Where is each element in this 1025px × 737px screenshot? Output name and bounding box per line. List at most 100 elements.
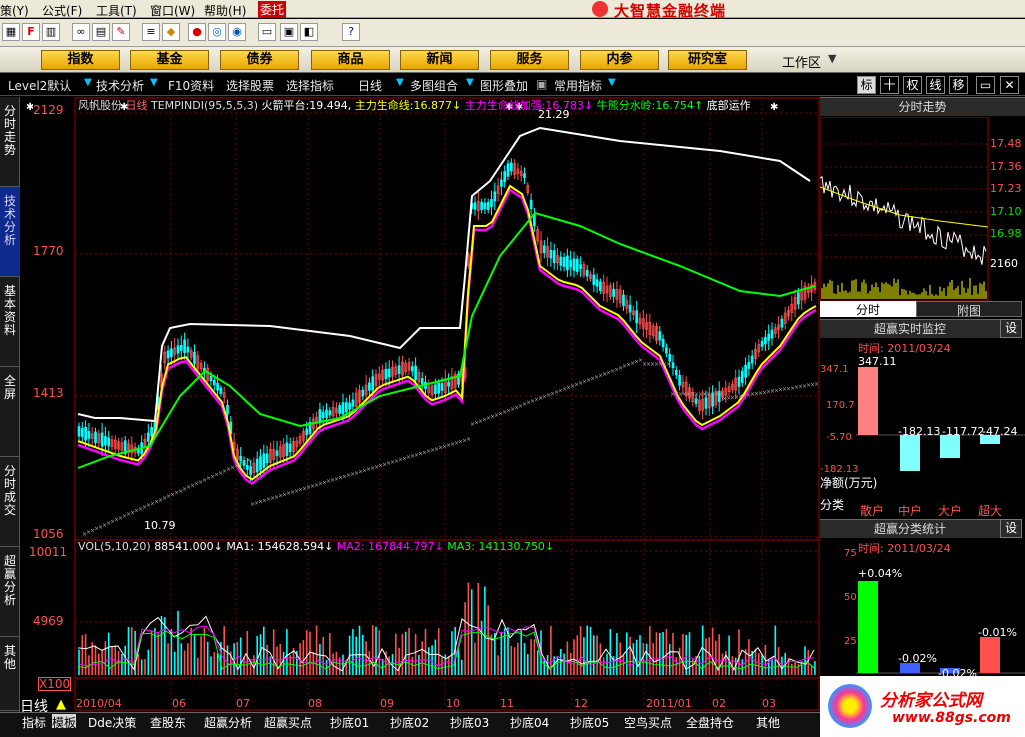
nav-button-commodity[interactable]: 商品 [311,50,390,70]
monitor-settings-button[interactable]: 设 [1000,319,1022,338]
f10-icon[interactable]: F [22,23,40,41]
candle-body [249,466,252,475]
kline-chart[interactable]: ××××××××××××××××××××××××××××××××××××××××… [20,96,820,712]
candle-body [674,369,678,376]
trade-button[interactable]: 委托 [258,1,287,18]
bottom-tab[interactable]: 抄底02 [390,714,429,730]
bottom-tab[interactable]: 抄底04 [510,714,549,730]
intraday-tab-sub[interactable]: 附图 [916,301,1022,318]
classify-settings-button[interactable]: 设 [1000,519,1022,538]
target-icon[interactable]: ◎ [208,23,226,41]
side-tab-trades[interactable]: 分时成交 [0,457,20,547]
menu-help[interactable]: 帮助(H) [204,2,246,19]
nav-button-fund[interactable]: 基金 [130,50,209,70]
tab-rights[interactable]: 权 [903,76,922,94]
binoculars-icon[interactable]: ∞ [72,23,90,41]
bottom-tab[interactable]: Dde决策 [88,714,136,730]
candle-body [599,281,602,292]
help-icon[interactable]: ? [342,23,360,41]
tab-cross[interactable]: 十 [880,76,899,94]
menu-window[interactable]: 窗口(W) [150,2,195,19]
select-stock-tab[interactable]: 选择股票 [226,77,274,94]
print-icon[interactable]: ▭ [258,23,276,41]
menu-formula[interactable]: 公式(F) [42,2,82,19]
bottom-tab[interactable]: 其他 [756,714,780,730]
candle-body [361,389,365,397]
chevron-down-icon[interactable]: ▼ [828,52,836,65]
grid-icon[interactable]: ▤ [92,23,110,41]
bottom-tab[interactable]: 超赢买点 [264,714,312,730]
date-label: 07 [236,697,250,710]
lock-icon[interactable]: ▣ [536,77,547,91]
dropdown-icon[interactable]: ▼ [396,77,404,88]
layout-icon[interactable]: ◧ [300,23,318,41]
period-indicator[interactable]: 日线 [20,696,48,715]
candle-body [325,409,328,419]
bottom-tab[interactable]: 查股东 [150,714,186,730]
nav-button-bond[interactable]: 债券 [220,50,299,70]
side-tab-intraday[interactable]: 分时走势 [0,99,20,187]
common-indicator-tab[interactable]: 常用指标 [554,77,602,94]
dropdown-icon[interactable]: ▼ [466,77,474,88]
nav-button-insider[interactable]: 内参 [580,50,659,70]
level2-default[interactable]: Level2默认 [8,77,71,94]
nav-button-index[interactable]: 指数 [41,50,120,70]
quote-icon[interactable]: ▦ [2,23,20,41]
candle-body [265,453,269,464]
bottom-tab[interactable]: 空鸟买点 [624,714,672,730]
bottom-tab-active[interactable]: 模板 [52,714,77,730]
tab-move[interactable]: 移 [949,76,968,94]
nav-button-news[interactable]: 新闻 [400,50,479,70]
vol-value: 88541.000↓ [154,540,223,553]
site-logo: 分析家公式网 www.88gs.com [820,676,1025,737]
dropdown-icon[interactable]: ▼ [608,77,616,88]
indicator-bullbear-value: 16.754↑ [655,99,704,112]
globe-icon[interactable]: ◉ [228,23,246,41]
candle-body [704,397,708,409]
multi-chart-tab[interactable]: 多图组合 [410,77,458,94]
close-icon[interactable]: ✕ [1000,76,1019,94]
period-daily-tab[interactable]: 日线 [358,77,382,94]
nav-button-service[interactable]: 服务 [490,50,569,70]
window-icon[interactable]: ▣ [280,23,298,41]
up-arrow-icon[interactable]: ▲ [56,697,66,712]
candle-body [506,163,510,177]
side-tab-fullscreen[interactable]: 全屏 [0,367,20,457]
restore-icon[interactable]: ▭ [976,76,995,94]
intraday-price-label: 17.10 [990,205,1022,218]
overlay-tab[interactable]: 图形叠加 [480,77,528,94]
bottom-tab[interactable]: 指标 [22,714,46,730]
tech-analysis-tab[interactable]: 技术分析 [96,77,144,94]
bottom-tab[interactable]: 抄底03 [450,714,489,730]
tab-line[interactable]: 线 [926,76,945,94]
bottom-tab[interactable]: 抄底05 [570,714,609,730]
side-tab-super-win[interactable]: 超赢分析 [0,547,20,637]
monitor-value-mid: -182.13 [898,425,941,438]
menu-tools[interactable]: 工具(T) [96,2,137,19]
intraday-vol-label: 2160 [990,257,1018,270]
bar-chart-icon[interactable]: ▥ [42,23,60,41]
category-label: 分类 [820,498,845,512]
side-tab-basic-info[interactable]: 基本资料 [0,277,20,367]
select-indicator-tab[interactable]: 选择指标 [286,77,334,94]
bottom-tab[interactable]: 抄底01 [330,714,369,730]
bottom-tab[interactable]: 全盘持仓 [686,714,734,730]
menu-strategy[interactable]: 策(Y) [0,2,29,19]
formula-icon[interactable]: ≡ [142,23,160,41]
intraday-tab-minute[interactable]: 分时 [820,301,916,317]
tab-mark[interactable]: 标 [857,76,876,94]
side-tab-other[interactable]: 其他 [0,637,20,711]
nav-button-research[interactable]: 研究室 [668,50,747,70]
f10-tab[interactable]: F10资料 [168,77,214,94]
classify-value-super: -0.01% [978,626,1017,639]
dropdown-icon[interactable]: ▼ [150,77,158,88]
alert-icon[interactable]: ✎ [112,23,130,41]
candle-body [94,431,97,443]
dropdown-icon[interactable]: ▼ [84,77,92,88]
bottom-tab[interactable]: 超赢分析 [204,714,252,730]
workarea-menu[interactable]: 工作区 [782,52,821,71]
diamond-icon[interactable]: ◆ [162,23,180,41]
side-tab-technical[interactable]: 技术分析 [0,187,20,277]
record-icon[interactable]: ● [188,23,206,41]
candle-body [559,256,563,266]
